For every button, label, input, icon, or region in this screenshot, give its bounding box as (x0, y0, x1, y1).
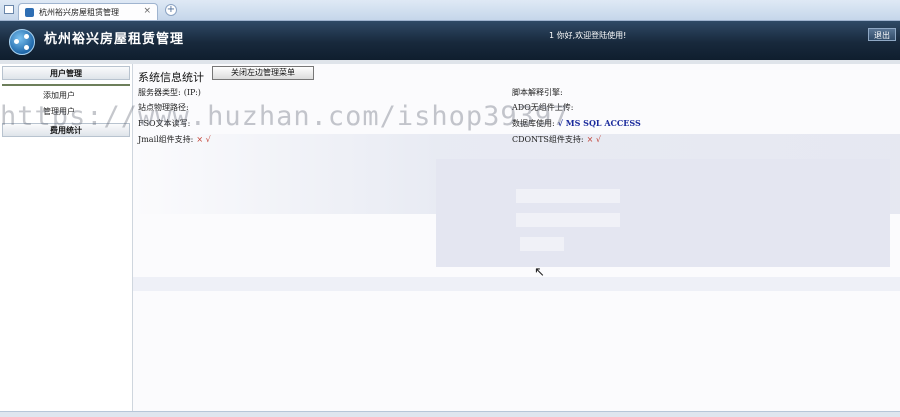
app-logo-icon (9, 29, 35, 55)
app-header: 杭州裕兴房屋租赁管理 1 你好,欢迎登陆使用! 退出 (0, 21, 900, 60)
page-title: 系统信息统计 (138, 71, 204, 84)
watermark-text: https://www.huzhan.com/ishop39397 (0, 101, 570, 132)
info-cdonts-support: CDONTS组件支持: × √ (512, 135, 601, 144)
info-jmail-support: Jmail组件支持: × √ (138, 135, 211, 144)
sidebar-section-user-management[interactable]: 用户管理 (2, 66, 130, 80)
sidebar-divider (2, 84, 130, 86)
tab-close-icon[interactable]: × (143, 6, 151, 16)
new-tab-button[interactable]: + (165, 4, 177, 16)
faded-overlay-footer (133, 277, 900, 291)
info-server-type: 服务器类型: (IP:) (138, 88, 201, 97)
mouse-cursor-icon: ↖ (534, 265, 545, 280)
sidebar-item-add-user[interactable]: 添加用户 (43, 90, 75, 101)
browser-tab-strip: 杭州裕兴房屋租赁管理 × + (0, 0, 900, 21)
faded-dialog-panel (436, 159, 890, 267)
tab-title: 杭州裕兴房屋租赁管理 (39, 8, 119, 17)
app-title: 杭州裕兴房屋租赁管理 (44, 32, 185, 47)
window-menu-icon[interactable] (4, 5, 14, 14)
close-left-menu-button[interactable]: 关闭左边管理菜单 (212, 66, 314, 80)
status-bar (0, 411, 900, 417)
logout-button[interactable]: 退出 (868, 28, 896, 41)
welcome-text: 1 你好,欢迎登陆使用! (549, 31, 627, 40)
tab-favicon-icon (25, 8, 34, 17)
browser-tab[interactable]: 杭州裕兴房屋租赁管理 × (18, 3, 158, 20)
info-script-engine: 脚本解释引擎: (512, 88, 563, 97)
